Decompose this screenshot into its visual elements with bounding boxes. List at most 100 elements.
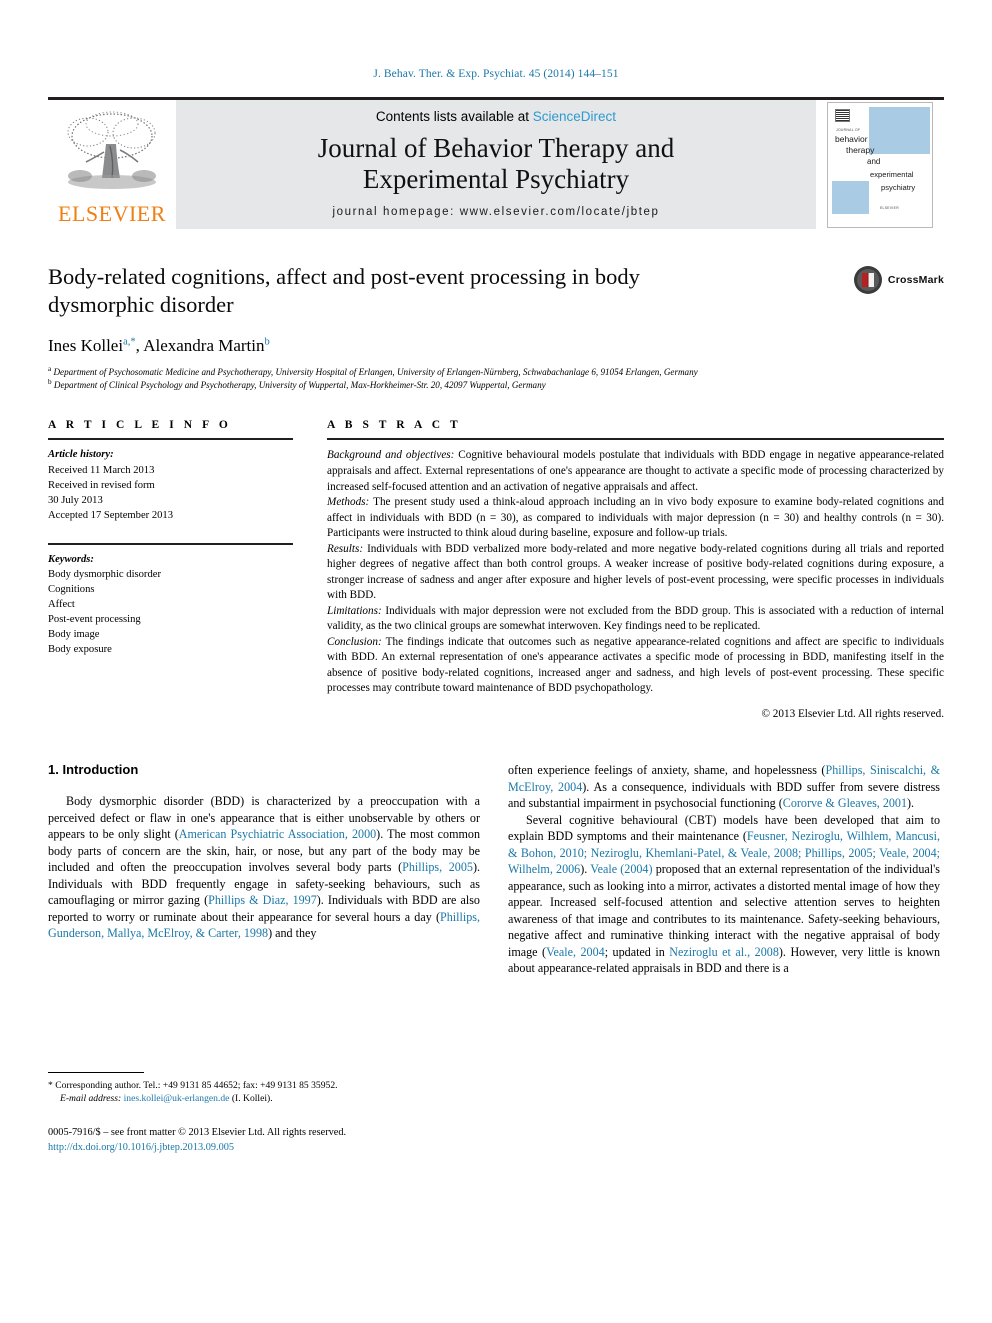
keywords-block: Keywords: Body dysmorphic disorder Cogni… — [48, 545, 293, 657]
front-matter-block: 0005-7916/$ – see front matter © 2013 El… — [48, 1126, 480, 1156]
cover-line5: experimental — [870, 169, 914, 179]
paragraph-text: ) and they — [268, 926, 317, 941]
citation-link[interactable]: American Psychiatric Association, 2000 — [179, 827, 376, 841]
journal-homepage[interactable]: journal homepage: www.elsevier.com/locat… — [176, 206, 816, 218]
author-1-affil-marker[interactable]: a,* — [123, 336, 136, 347]
keyword-item: Body dysmorphic disorder — [48, 568, 161, 580]
abstract-section-label: Results: — [327, 542, 364, 555]
running-head: J. Behav. Ther. & Exp. Psychiat. 45 (201… — [373, 68, 619, 80]
affiliation-b: b Department of Clinical Psychology and … — [48, 378, 546, 391]
article-history: Article history: Received 11 March 2013 … — [48, 440, 293, 522]
abstract-section-text: Individuals with major depression were n… — [327, 604, 944, 633]
abstract-section: Results: Individuals with BDD verbalized… — [327, 542, 944, 604]
keywords-label: Keywords: — [48, 553, 94, 565]
elsevier-wordmark: ELSEVIER — [58, 201, 166, 226]
abstract-section-text: The findings indicate that outcomes such… — [327, 635, 944, 695]
abstract-section-label: Limitations: — [327, 604, 382, 617]
crossmark-label: CrossMark — [887, 274, 944, 286]
cover-block-1 — [869, 106, 930, 154]
intro-paragraph-right-2: Several cognitive behavioural (CBT) mode… — [508, 812, 940, 977]
history-item: Received in revised form — [48, 479, 155, 491]
abstract-section: Methods: The present study used a think-… — [327, 495, 944, 542]
history-item: Accepted 17 September 2013 — [48, 509, 174, 521]
cover-line4: and — [867, 156, 881, 166]
paper-page: J. Behav. Ther. & Exp. Psychiat. 45 (201… — [0, 0, 992, 1323]
history-item: Received 11 March 2013 — [48, 464, 155, 476]
crossmark-badge[interactable]: CrossMark — [853, 265, 944, 295]
article-history-label: Article history: — [48, 449, 114, 461]
cover-line2: behavior — [835, 133, 868, 144]
contents-prefix: Contents lists available at — [375, 109, 530, 124]
corresponding-text: Corresponding author. Tel.: +49 9131 85 … — [55, 1079, 338, 1091]
email-person: (I. Kollei). — [231, 1093, 273, 1105]
cover-line1: JOURNAL OF — [836, 127, 861, 132]
citation-link[interactable]: Neziroglu et al., 2008 — [669, 945, 779, 959]
paragraph-text: ). — [580, 862, 591, 877]
citation-link[interactable]: Phillips, 2005 — [402, 860, 473, 874]
corresponding-marker: * — [48, 1079, 53, 1091]
journal-title: Journal of Behavior Therapy and Experime… — [176, 133, 816, 194]
affiliations: a Department of Psychosomatic Medicine a… — [48, 365, 944, 392]
cover-barcode-icon — [835, 108, 850, 122]
keyword-item: Body image — [48, 628, 100, 640]
section-heading-introduction: 1. Introduction — [48, 762, 139, 778]
email-label: E-mail address: — [60, 1093, 122, 1105]
abstract-section: Background and objectives: Cognitive beh… — [327, 448, 944, 495]
footnote-rule — [48, 1071, 144, 1073]
intro-paragraph-left: Body dysmorphic disorder (BDD) is charac… — [48, 793, 480, 942]
abstract-heading: A B S T R A C T — [327, 419, 462, 432]
journal-cover-thumbnail: JOURNAL OF behavior therapy and experime… — [816, 100, 944, 229]
info-abstract-region: A R T I C L E I N F O Article history: R… — [48, 419, 944, 722]
doi-link[interactable]: http://dx.doi.org/10.1016/j.jbtep.2013.0… — [48, 1141, 480, 1156]
paragraph-text: ; updated in — [604, 944, 670, 959]
cover-line6: psychiatry — [881, 182, 916, 192]
abstract-section-label: Conclusion: — [327, 635, 382, 648]
email-note: E-mail address: ines.kollei@uk-erlangen.… — [48, 1092, 480, 1106]
cover-image: JOURNAL OF behavior therapy and experime… — [827, 101, 933, 228]
corresponding-author-note: * Corresponding author. Tel.: +49 9131 8… — [48, 1079, 480, 1093]
author-2-affil-marker[interactable]: b — [265, 336, 270, 347]
journal-title-line2: Experimental Psychiatry — [362, 163, 630, 194]
affiliation-b-text: Department of Clinical Psychology and Ps… — [53, 380, 546, 391]
abstract-section-text: Individuals with BDD verbalized more bod… — [327, 542, 944, 602]
body-columns: 1. Introduction Body dysmorphic disorder… — [48, 762, 944, 1156]
abstract-column: A B S T R A C T Background and objective… — [327, 419, 944, 722]
paragraph-text: ). — [907, 796, 915, 811]
citation-link[interactable]: Cororve & Gleaves, 2001 — [783, 796, 907, 810]
contents-available-line: Contents lists available at ScienceDirec… — [176, 109, 816, 124]
right-column: often experience feelings of anxiety, sh… — [508, 762, 940, 1156]
masthead-center: Contents lists available at ScienceDirec… — [176, 100, 816, 229]
abstract-section: Limitations: Individuals with major depr… — [327, 604, 944, 635]
keyword-item: Affect — [48, 598, 75, 610]
affiliation-a-text: Department of Psychosomatic Medicine and… — [53, 366, 698, 377]
front-matter-line: 0005-7916/$ – see front matter © 2013 El… — [48, 1127, 347, 1139]
elsevier-logo: ELSEVIER — [48, 100, 176, 229]
keyword-item: Body exposure — [48, 643, 112, 655]
citation-link[interactable]: Veale, 2004 — [546, 945, 605, 959]
journal-title-line1: Journal of Behavior Therapy and — [317, 133, 675, 163]
abstract-section-label: Methods: — [327, 496, 370, 509]
author-list: Ines Kolleia,*, Alexandra Martinb — [48, 335, 270, 355]
author-1-name: Ines Kollei — [48, 335, 124, 355]
citation-link[interactable]: Phillips & Diaz, 1997 — [208, 893, 317, 907]
email-link[interactable]: ines.kollei@uk-erlangen.de — [124, 1093, 230, 1104]
left-column: 1. Introduction Body dysmorphic disorder… — [48, 762, 480, 1156]
cover-line3: therapy — [846, 144, 875, 155]
cover-footer: ELSEVIER — [880, 205, 899, 210]
author-2-name: Alexandra Martin — [143, 335, 265, 355]
sciencedirect-link[interactable]: ScienceDirect — [533, 109, 616, 124]
crossmark-icon — [853, 266, 882, 294]
article-info-column: A R T I C L E I N F O Article history: R… — [48, 419, 293, 722]
elsevier-tree-icon — [67, 111, 156, 189]
abstract-section-text: The present study used a think-aloud app… — [327, 496, 944, 540]
abstract-section-label: Background and objectives: — [327, 449, 455, 462]
affiliation-a: a Department of Psychosomatic Medicine a… — [48, 364, 698, 377]
abstract-body: Background and objectives: Cognitive beh… — [327, 440, 944, 722]
abstract-section: Conclusion: The findings indicate that o… — [327, 635, 944, 697]
article-info-heading: A R T I C L E I N F O — [48, 419, 232, 432]
keyword-item: Post-event processing — [48, 613, 141, 625]
footnote-block: * Corresponding author. Tel.: +49 9131 8… — [48, 1071, 480, 1157]
citation-link[interactable]: Veale (2004) — [590, 862, 652, 876]
paragraph-text: often experience feelings of anxiety, sh… — [508, 763, 826, 778]
intro-paragraph-right-1: often experience feelings of anxiety, sh… — [508, 762, 940, 812]
